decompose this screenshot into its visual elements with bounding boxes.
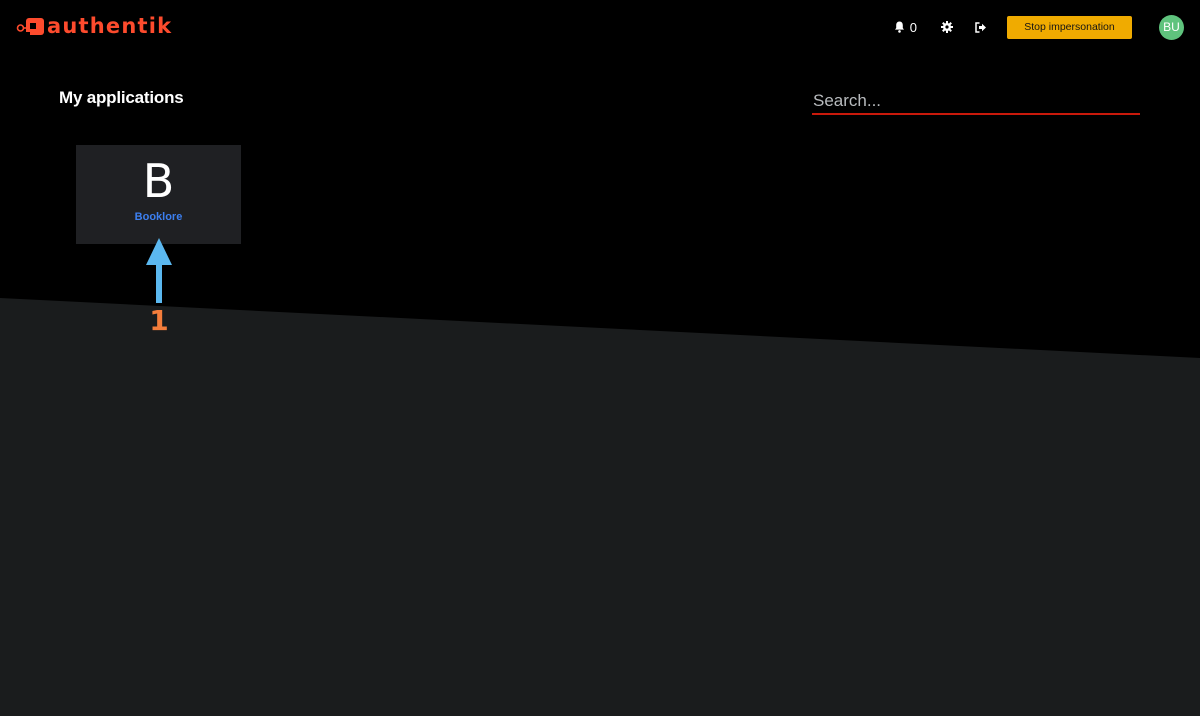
notifications-button[interactable]: 0	[894, 20, 917, 35]
stop-impersonation-button[interactable]: Stop impersonation	[1007, 15, 1132, 39]
app-icon-letter: B	[142, 154, 175, 208]
app-card-booklore[interactable]: B Booklore	[76, 145, 241, 244]
annotation-arrow-up-icon	[146, 238, 172, 303]
logout-icon	[975, 21, 986, 33]
page-title: My applications	[59, 88, 184, 107]
search-input[interactable]	[812, 88, 1140, 113]
settings-button[interactable]	[939, 19, 955, 35]
header-actions: 0 Stop impersonation BU	[894, 14, 1184, 40]
annotation-step-number: 1	[149, 304, 169, 337]
logout-button[interactable]	[973, 19, 989, 35]
page: authentik 0 Stop impersonation BU My app…	[0, 0, 1200, 716]
user-avatar[interactable]: BU	[1159, 14, 1184, 40]
app-name-link[interactable]: Booklore	[135, 211, 183, 223]
brand-logo[interactable]: authentik	[16, 12, 172, 40]
brand-logo-icon	[16, 18, 44, 38]
bell-icon	[894, 21, 904, 33]
gear-icon	[941, 21, 953, 33]
search-box	[812, 88, 1140, 115]
brand-name: authentik	[47, 14, 173, 38]
notifications-count: 0	[909, 19, 917, 35]
